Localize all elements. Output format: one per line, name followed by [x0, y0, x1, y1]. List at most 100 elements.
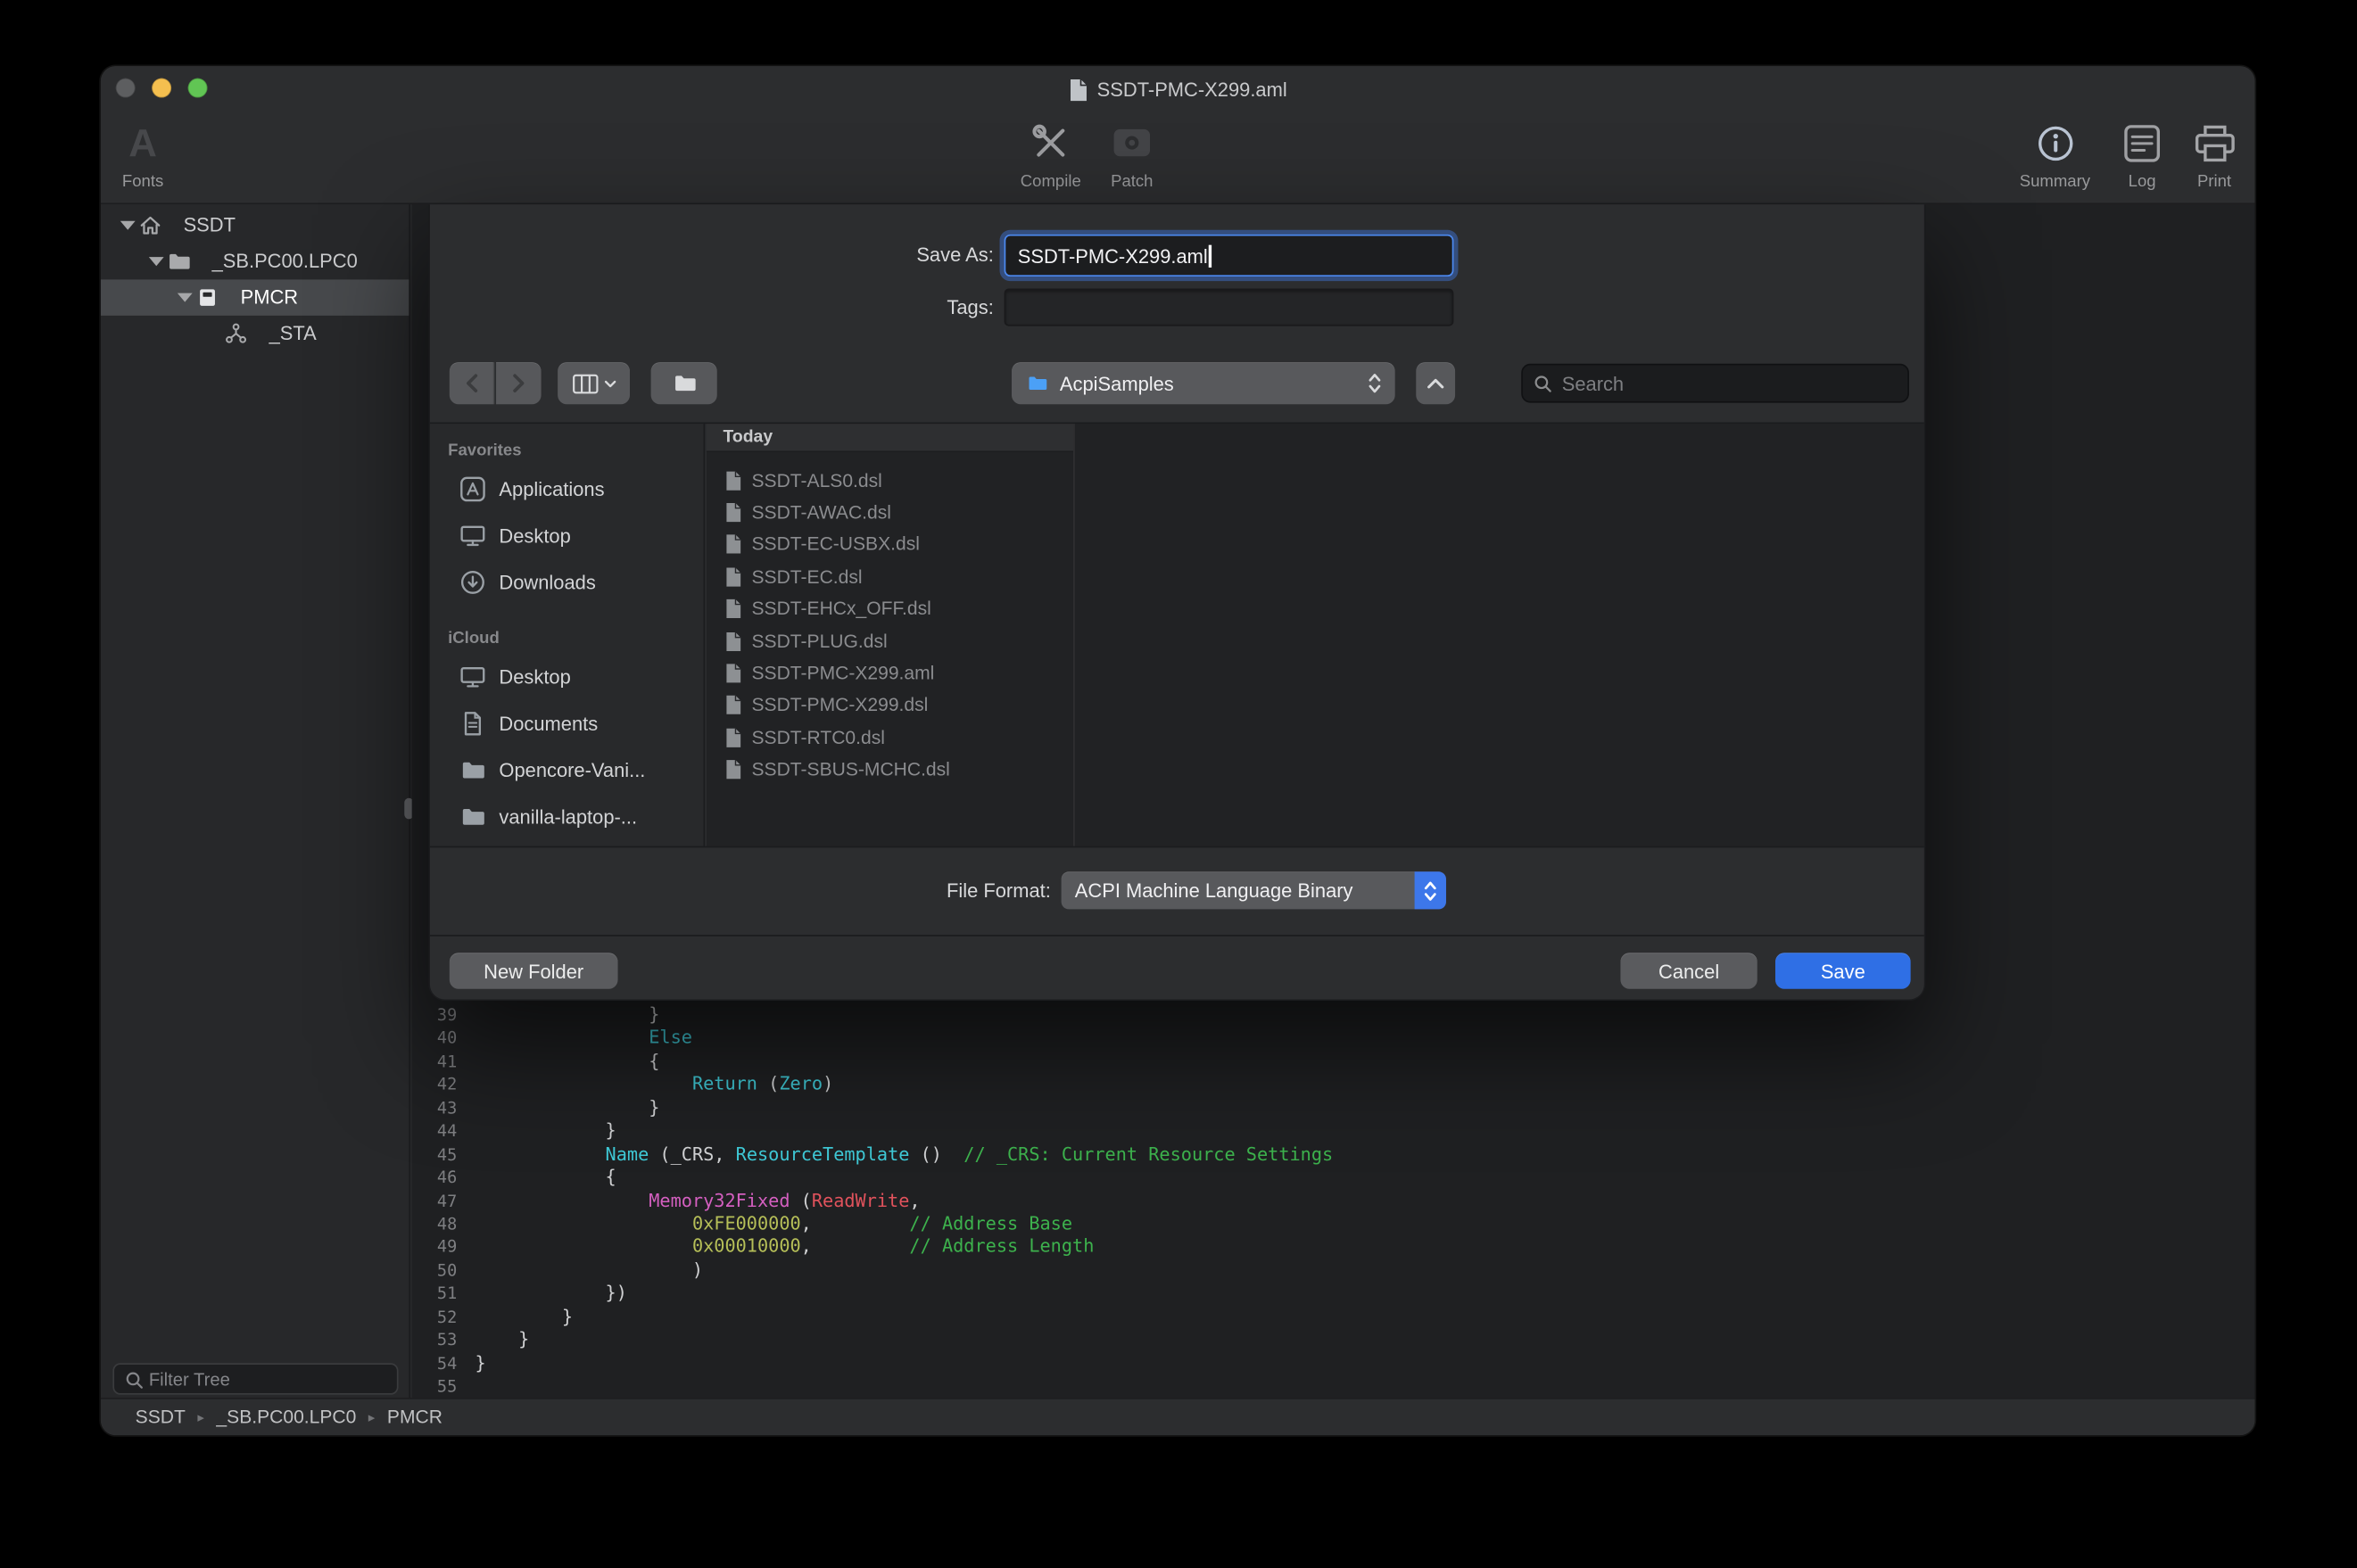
text-caret [1209, 244, 1212, 267]
status-bar: SSDT▸_SB.PC00.LPC0▸PMCR [101, 1398, 2255, 1435]
fonts-label: Fonts [101, 173, 185, 191]
code-line: 41 { [412, 1051, 2255, 1074]
file-row[interactable]: SSDT-ALS0.dsl [707, 465, 1073, 497]
file-browser-empty-column [1073, 424, 1924, 846]
print-button[interactable]: Print [2172, 114, 2255, 191]
line-number: 51 [412, 1283, 458, 1303]
places-item-desktop[interactable]: Desktop [430, 513, 704, 559]
view-mode-button[interactable] [558, 362, 630, 404]
code-line: 39 } [412, 1004, 2255, 1027]
acpi-tree-sidebar: SSDT_SB.PC00.LPC0PMCR_STA Filter Tree [101, 204, 410, 1398]
file-row[interactable]: SSDT-AWAC.dsl [707, 497, 1073, 529]
filter-tree-field[interactable]: Filter Tree [112, 1363, 398, 1394]
folder-button[interactable] [651, 362, 717, 404]
tags-input[interactable] [1005, 289, 1454, 326]
breadcrumb: SSDT▸_SB.PC00.LPC0▸PMCR [136, 1407, 442, 1428]
code-line: 40 Else [412, 1027, 2255, 1051]
file-list: SSDT-ALS0.dslSSDT-AWAC.dsl SSDT-EC-USBX.d… [707, 452, 1073, 786]
forward-button[interactable] [496, 362, 542, 404]
places-item-opencore-vani-[interactable]: Opencore-Vani... [430, 747, 704, 793]
search-input[interactable]: Search [1521, 364, 1909, 403]
code-lines: 39 }40 Else41 {42 Return (Zero)43 }44 }4… [412, 1004, 2255, 1399]
places-item-label: Opencore-Vani... [499, 759, 645, 781]
places-section-header: iCloud [448, 630, 703, 648]
disclosure-triangle-icon[interactable] [120, 221, 136, 230]
patch-icon [1090, 114, 1174, 171]
tree-item-ssdt[interactable]: SSDT [101, 208, 409, 243]
tree-item-label: _SB.PC00.LPC0 [212, 243, 358, 279]
location-popup[interactable]: AcpiSamples [1012, 362, 1395, 404]
save-as-label: Save As: [783, 243, 994, 266]
close-button[interactable] [116, 78, 136, 98]
file-format-value: ACPI Machine Language Binary [1075, 879, 1353, 902]
save-dialog: Save As: SSDT-PMC-X299.aml Tags: AcpiSam… [428, 204, 1925, 1001]
code-line: 45 Name (_CRS, ResourceTemplate () // _C… [412, 1143, 2255, 1167]
places-item-vanilla-laptop-[interactable]: vanilla-laptop-... [430, 794, 704, 840]
parent-folder-button[interactable] [1416, 362, 1455, 404]
breadcrumb-item[interactable]: _SB.PC00.LPC0 [216, 1407, 356, 1428]
code-line: 43 } [412, 1097, 2255, 1120]
window-title-text: SSDT-PMC-X299.aml [1097, 78, 1287, 101]
breadcrumb-item[interactable]: SSDT [136, 1407, 186, 1428]
file-row[interactable]: SSDT-PLUG.dsl [707, 625, 1073, 657]
popup-chevrons [1415, 871, 1446, 909]
line-number: 47 [412, 1191, 458, 1210]
document-icon [724, 727, 742, 748]
code-line: 55 [412, 1375, 2255, 1399]
line-number: 46 [412, 1168, 458, 1187]
document-icon [724, 759, 742, 780]
line-number: 48 [412, 1214, 458, 1234]
tree-item-pmcr[interactable]: PMCR [101, 279, 409, 315]
file-format-popup[interactable]: ACPI Machine Language Binary [1062, 871, 1446, 909]
places-item-downloads[interactable]: Downloads [430, 559, 704, 606]
file-row[interactable]: SSDT-EHCx_OFF.dsl [707, 593, 1073, 625]
code-line: 52 } [412, 1306, 2255, 1329]
line-number: 45 [412, 1144, 458, 1164]
desktop-icon [460, 523, 486, 549]
file-row[interactable]: SSDT-PMC-X299.dsl [707, 689, 1073, 722]
tree-item-label: SSDT [184, 208, 236, 243]
file-format-label: File Format: [840, 879, 1051, 902]
tree-item-_sta[interactable]: _STA [101, 316, 409, 351]
save-as-value: SSDT-PMC-X299.aml [1018, 244, 1208, 267]
tree-item-_sb.pc00.lpc0[interactable]: _SB.PC00.LPC0 [101, 243, 409, 279]
code-line: 47 Memory32Fixed (ReadWrite, [412, 1190, 2255, 1213]
file-row[interactable]: SSDT-RTC0.dsl [707, 722, 1073, 754]
code-line: 49 0x00010000, // Address Length [412, 1236, 2255, 1259]
minimize-button[interactable] [152, 78, 171, 98]
patch-button[interactable]: Patch [1090, 114, 1174, 191]
disclosure-triangle-icon[interactable] [178, 293, 193, 302]
file-name: SSDT-PMC-X299.dsl [752, 695, 929, 716]
file-name: SSDT-EC-USBX.dsl [752, 534, 920, 556]
places-item-label: Desktop [499, 665, 570, 688]
line-number: 41 [412, 1052, 458, 1071]
zoom-button[interactable] [188, 78, 208, 98]
save-as-input[interactable]: SSDT-PMC-X299.aml [1005, 235, 1454, 276]
file-row[interactable]: SSDT-EC.dsl [707, 561, 1073, 593]
places-item-documents[interactable]: Documents [430, 700, 704, 747]
file-row[interactable]: SSDT-PMC-X299.aml [707, 657, 1073, 689]
breadcrumb-item[interactable]: PMCR [387, 1407, 442, 1428]
file-row[interactable]: SSDT-EC-USBX.dsl [707, 529, 1073, 561]
back-button[interactable] [450, 362, 495, 404]
line-number: 55 [412, 1376, 458, 1396]
file-row[interactable]: SSDT-SBUS-MCHC.dsl [707, 754, 1073, 786]
chevron-up-icon [1427, 377, 1444, 389]
cancel-button[interactable]: Cancel [1620, 953, 1757, 988]
summary-button[interactable]: Summary [2013, 114, 2096, 191]
places-item-applications[interactable]: Applications [430, 466, 704, 512]
places-item-label: Downloads [499, 571, 595, 593]
tags-label: Tags: [783, 296, 994, 318]
file-browser-column: Today SSDT-ALS0.dslSSDT-AWAC.dslSSDT-EC-… [707, 424, 1073, 846]
folder-icon [167, 250, 191, 274]
places-item-desktop[interactable]: Desktop [430, 654, 704, 700]
patch-label: Patch [1090, 173, 1174, 191]
compile-button[interactable]: Compile [1009, 114, 1093, 191]
save-button[interactable]: Save [1775, 953, 1911, 988]
tree-item-label: _STA [269, 316, 317, 351]
fonts-button[interactable]: A Fonts [101, 114, 185, 191]
disclosure-triangle-icon[interactable] [149, 257, 164, 266]
up-down-chevrons-icon [1424, 879, 1437, 903]
new-folder-button[interactable]: New Folder [450, 953, 618, 988]
code-line: 46 { [412, 1167, 2255, 1190]
